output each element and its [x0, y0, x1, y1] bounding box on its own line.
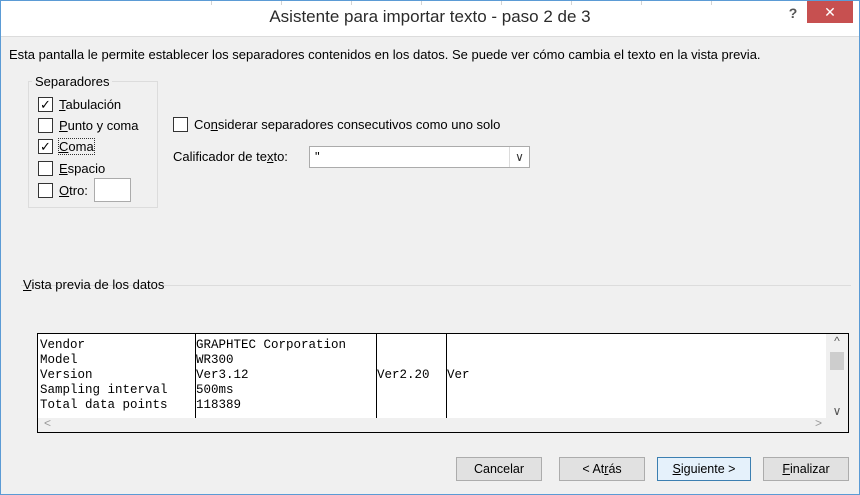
qualifier-select[interactable]: " ∨ [309, 146, 530, 168]
preview-horizontal-scrollbar[interactable]: < > [38, 416, 848, 432]
separators-legend: Separadores [32, 74, 113, 89]
other-separator-input[interactable] [93, 178, 131, 202]
preview-cell: Model [40, 353, 78, 367]
preview-cell: Ver3.12 [196, 368, 249, 382]
qualifier-label: Calificador de texto: [173, 149, 288, 164]
qualifier-value: " [315, 149, 320, 164]
other-checkbox[interactable] [38, 182, 53, 198]
chevron-down-icon[interactable]: ∨ [509, 147, 529, 167]
tab-checkbox[interactable] [38, 97, 53, 112]
preview-cell: Version [40, 368, 93, 382]
background-strip [1, 1, 859, 5]
back-button[interactable]: < Atrás [559, 457, 645, 481]
consecutive-option[interactable]: Considerar separadores consecutivos como… [173, 117, 500, 132]
preview-cell: 500ms [196, 383, 234, 397]
comma-separator-option[interactable]: Coma [38, 138, 95, 155]
semicolon-label: Punto y coma [59, 118, 139, 133]
space-separator-option[interactable]: Espacio [38, 161, 105, 176]
space-label: Espacio [59, 161, 106, 176]
preview-cell: Sampling interval [40, 383, 168, 397]
preview-cell: WR300 [196, 353, 234, 367]
tab-separator-option[interactable]: Tabulación [38, 97, 121, 112]
preview-cell: Ver [447, 368, 470, 382]
comma-checkbox[interactable] [38, 139, 53, 154]
preview-cell: 118389 [196, 398, 242, 412]
scroll-thumb[interactable] [830, 352, 844, 370]
close-button[interactable]: ✕ [807, 1, 853, 23]
import-wizard-dialog: Asistente para importar texto - paso 2 d… [0, 0, 860, 495]
comma-label: Coma [58, 138, 95, 155]
preview-cell: GRAPHTEC Corporation [196, 338, 347, 352]
preview-cell: Ver2.20 [377, 368, 430, 382]
space-checkbox[interactable] [38, 161, 53, 176]
intro-text: Esta pantalla le permite establecer los … [9, 47, 761, 62]
scroll-up-icon[interactable]: ^ [826, 334, 848, 350]
preview-legend: Vista previa de los datos [23, 277, 165, 292]
cancel-button[interactable]: Cancelar [456, 457, 542, 481]
title-bar: Asistente para importar texto - paso 2 d… [1, 1, 859, 37]
finish-button[interactable]: Finalizar [763, 457, 849, 481]
scroll-right-icon[interactable]: > [815, 416, 822, 430]
preview-grid: Vendor Model Version Sampling interval T… [38, 334, 826, 420]
tab-label: Tabulación [59, 97, 122, 112]
other-separator-option[interactable]: Otro: [38, 178, 131, 202]
preview-cell: Total data points [40, 398, 168, 412]
preview-cell: Vendor [40, 338, 86, 352]
semicolon-separator-option[interactable]: Punto y coma [38, 118, 139, 133]
dialog-title: Asistente para importar texto - paso 2 d… [269, 7, 591, 26]
help-button[interactable]: ? [783, 5, 803, 25]
consecutive-label: Considerar separadores consecutivos como… [194, 117, 501, 132]
preview-vertical-scrollbar[interactable]: ^ ∨ [826, 334, 848, 420]
semicolon-checkbox[interactable] [38, 118, 53, 133]
other-label: Otro: [59, 182, 88, 198]
next-button[interactable]: Siguiente > [657, 457, 751, 481]
scroll-left-icon[interactable]: < [44, 416, 51, 430]
data-preview[interactable]: Vendor Model Version Sampling interval T… [37, 333, 849, 433]
consecutive-checkbox[interactable] [173, 117, 188, 132]
